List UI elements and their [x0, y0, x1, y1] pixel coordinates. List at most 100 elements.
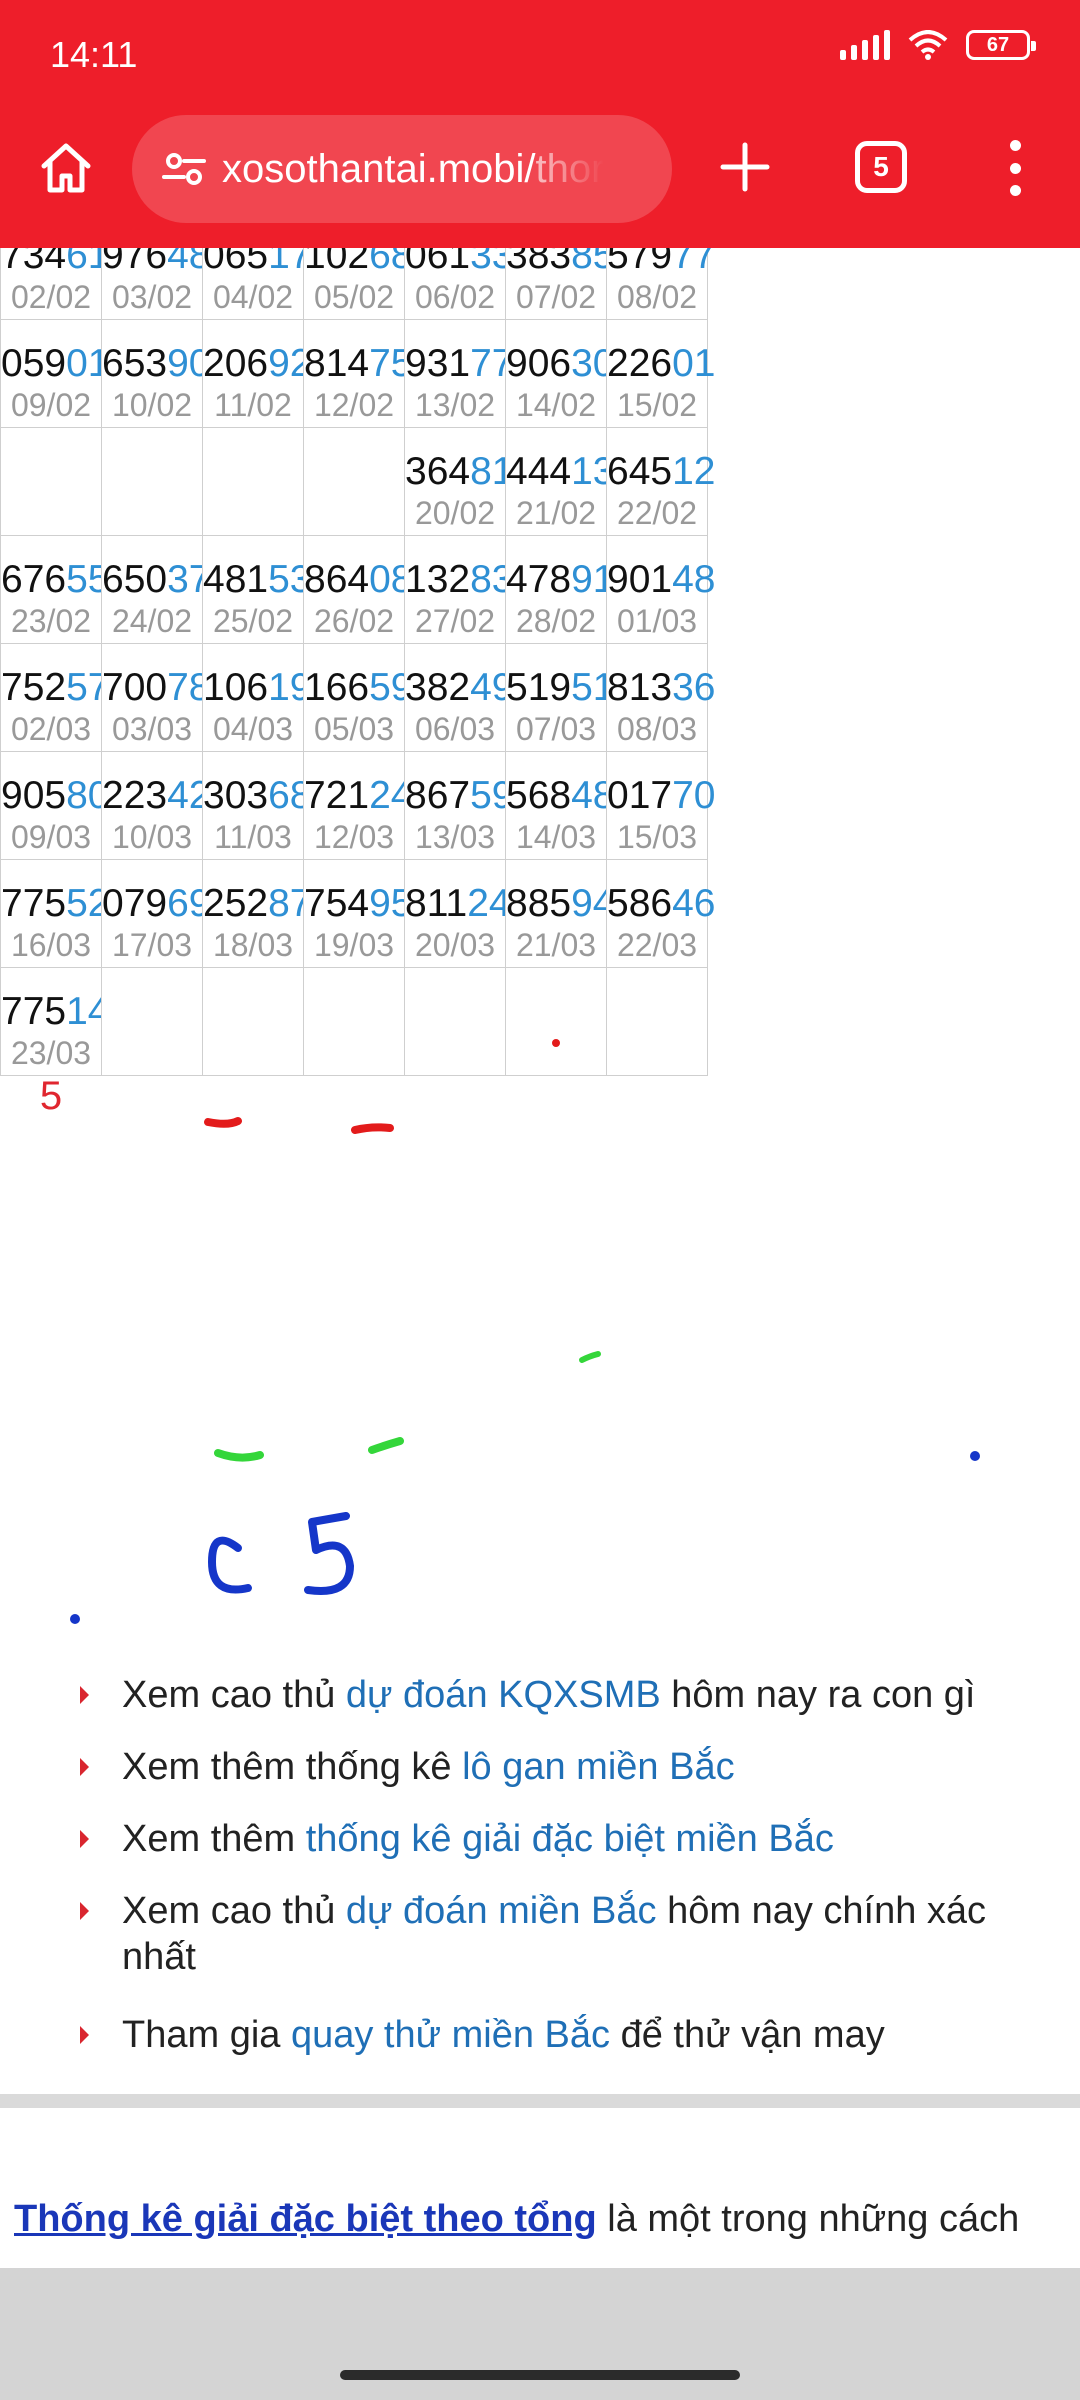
result-cell: 7007803/035: [101, 643, 210, 794]
number-head: 676: [1, 558, 67, 601]
number-tail: 46: [672, 882, 716, 925]
number-head: 905: [1, 774, 67, 817]
result-number: 81124: [405, 882, 511, 926]
result-number: 47891: [506, 558, 614, 602]
empty-cell: [303, 427, 405, 536]
result-number: 58646: [607, 882, 715, 926]
link-item[interactable]: Tham gia quay thử miền Bắc để thử vận ma…: [72, 2012, 1050, 2058]
number-head: 775: [1, 882, 67, 925]
number-head: 568: [506, 774, 572, 817]
link-quay-thu[interactable]: quay thử miền Bắc: [291, 2014, 610, 2056]
result-cell: 9063014/023: [505, 319, 614, 470]
number-head: 754: [304, 882, 370, 925]
result-cell: 8112420/036: [404, 859, 511, 1010]
number-head: 645: [607, 450, 673, 493]
result-cell: 0590109/021: [0, 319, 109, 470]
home-icon[interactable]: [36, 138, 96, 198]
result-number: 65390: [102, 342, 210, 386]
link-item[interactable]: Xem thêm thống kê lô gan miền Bắc: [72, 1744, 1050, 1790]
result-number: 90148: [607, 558, 715, 602]
address-bar[interactable]: xosothantai.mobi/thor: [132, 115, 672, 223]
more-menu-icon[interactable]: [1000, 140, 1030, 196]
result-number: 90580: [1, 774, 109, 818]
result-date: 08/02: [616, 279, 698, 315]
link-du-doan-mien-bac[interactable]: dự đoán miền Bắc: [346, 1890, 657, 1932]
result-number: 86408: [304, 558, 412, 602]
number-head: 721: [304, 774, 370, 817]
number-head: 586: [607, 882, 673, 925]
result-cell: 8147512/022: [303, 319, 412, 470]
result-date: 17/03: [111, 927, 193, 963]
result-number: 07969: [102, 882, 210, 926]
result-date: 04/02: [212, 279, 294, 315]
result-cell: 9058009/038: [0, 751, 109, 902]
result-date: 12/03: [313, 819, 395, 855]
number-head: 303: [203, 774, 269, 817]
result-date: 23/02: [10, 603, 92, 639]
wifi-icon: [908, 30, 948, 60]
number-head: 885: [506, 882, 572, 925]
link-tong-dac-biet[interactable]: Thống kê giải đặc biệt theo tổng: [14, 2198, 597, 2240]
result-number: 88594: [506, 882, 614, 926]
link-item[interactable]: Xem cao thủ dự đoán miền Bắc hôm nay chí…: [72, 1888, 1050, 1980]
result-date: 21/02: [515, 495, 597, 531]
result-number: 51951: [506, 666, 614, 710]
result-cell: 6503724/020: [101, 535, 210, 686]
tab-switcher-button[interactable]: 5: [855, 141, 907, 193]
result-cell: 4815325/028: [202, 535, 311, 686]
link-lo-gan[interactable]: lô gan miền Bắc: [462, 1746, 735, 1788]
result-date: 06/03: [414, 711, 496, 747]
link-du-doan-kqxsmb[interactable]: dự đoán KQXSMB: [346, 1674, 661, 1716]
bullet-icon: [80, 1830, 89, 1848]
number-head: 519: [506, 666, 572, 709]
result-cell: 0177015/037: [606, 751, 715, 902]
site-settings-icon[interactable]: [160, 145, 208, 193]
result-date: 14/03: [515, 819, 597, 855]
result-date: 16/03: [10, 927, 92, 963]
empty-cell: [0, 427, 102, 536]
result-date: 18/03: [212, 927, 294, 963]
result-cell: 0796917/035: [101, 859, 210, 1010]
number-tail: 48: [672, 558, 716, 601]
result-date: 25/02: [212, 603, 294, 639]
result-cell: 3824906/033: [404, 643, 513, 794]
empty-cell: [101, 427, 203, 536]
result-cell: 1061904/030: [202, 643, 311, 794]
gesture-bar[interactable]: [340, 2370, 740, 2380]
result-number: 05901: [1, 342, 109, 386]
result-number: 75495: [304, 882, 412, 926]
number-head: 901: [607, 558, 673, 601]
browser-toolbar: 14:11 67 xosothantai.mobi/thor 5: [0, 0, 1080, 248]
result-cell: 9014801/032: [606, 535, 715, 686]
result-date: 05/03: [313, 711, 395, 747]
result-cell: 8640826/028: [303, 535, 412, 686]
number-head: 223: [102, 774, 168, 817]
result-cell: 5195107/036: [505, 643, 614, 794]
result-date: 11/03: [214, 819, 292, 855]
result-number: 16659: [304, 666, 412, 710]
result-cell: 2234210/036: [101, 751, 210, 902]
number-head: 481: [203, 558, 269, 601]
number-head: 752: [1, 666, 67, 709]
number-head: 252: [203, 882, 269, 925]
link-thong-ke-dac-biet[interactable]: thống kê giải đặc biệt miền Bắc: [306, 1818, 834, 1860]
number-head: 653: [102, 342, 168, 385]
bullet-icon: [80, 1758, 89, 1776]
result-cell: 5684814/032: [505, 751, 614, 902]
link-item[interactable]: Xem thêm thống kê giải đặc biệt miền Bắc: [72, 1816, 1050, 1862]
result-date: 08/03: [616, 711, 698, 747]
result-number: 38249: [405, 666, 513, 710]
result-date: 07/02: [515, 279, 597, 315]
new-tab-icon[interactable]: [718, 140, 772, 194]
result-cell: 6539010/029: [101, 319, 210, 470]
result-number: 22601: [607, 342, 715, 386]
battery-icon: 67: [966, 30, 1036, 60]
result-number: 90630: [506, 342, 614, 386]
number-head: 650: [102, 558, 168, 601]
result-date: 01/03: [616, 603, 698, 639]
number-head: 382: [405, 666, 471, 709]
result-date: 20/02: [414, 495, 496, 531]
number-head: 867: [405, 774, 471, 817]
link-item[interactable]: Xem cao thủ dự đoán KQXSMB hôm nay ra co…: [72, 1672, 1050, 1718]
bottom-area: [0, 2268, 1080, 2400]
